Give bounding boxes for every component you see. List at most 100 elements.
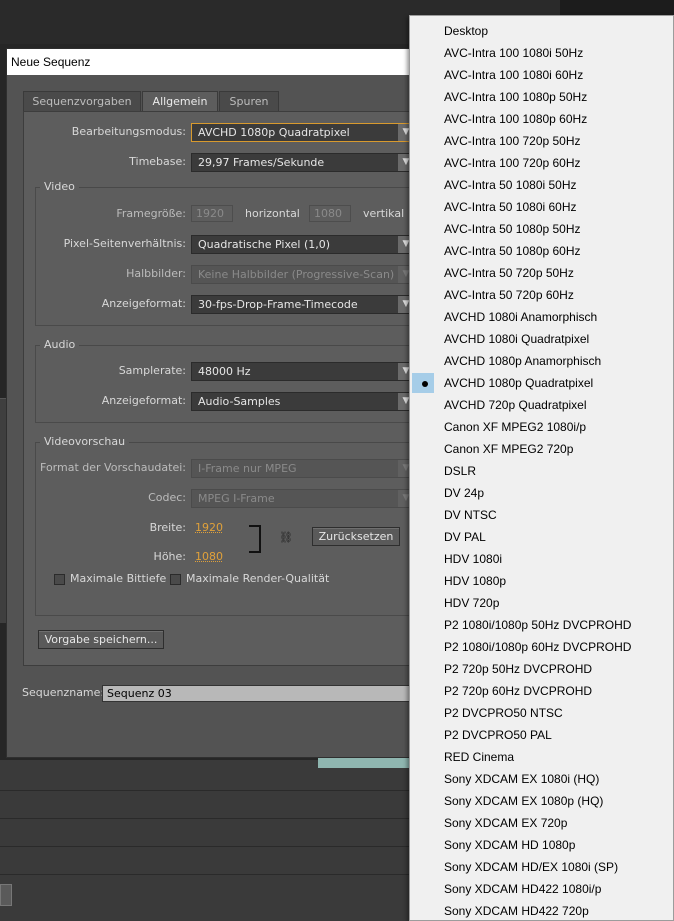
menu-item-label: AVCHD 1080i Anamorphisch [444, 310, 598, 324]
menu-item[interactable]: Sony XDCAM HD 1080p [410, 834, 673, 856]
menu-item[interactable]: Sony XDCAM EX 720p [410, 812, 673, 834]
tab-tracks[interactable]: Spuren [219, 91, 279, 111]
preview-height-value[interactable]: 1080 [195, 550, 223, 563]
menu-item[interactable]: Sony XDCAM HD/EX 1080i (SP) [410, 856, 673, 878]
menu-item-label: Sony XDCAM EX 720p [444, 816, 568, 830]
preview-height-label: Höhe: [153, 550, 186, 563]
menu-item[interactable]: AVC-Intra 50 1080p 50Hz [410, 218, 673, 240]
menu-item-label: Desktop [444, 24, 489, 38]
menu-item-label: Sony XDCAM EX 1080i (HQ) [444, 772, 600, 786]
timebase-dropdown[interactable]: 29,97 Frames/Sekunde ▼ [191, 153, 415, 172]
selected-bullet-icon [422, 381, 428, 387]
menu-item[interactable]: AVC-Intra 50 1080i 50Hz [410, 174, 673, 196]
editing-mode-label: Bearbeitungsmodus: [71, 125, 186, 138]
reset-button[interactable]: Zurücksetzen [312, 527, 400, 546]
video-display-format-dropdown[interactable]: 30-fps-Drop-Frame-Timecode ▼ [191, 295, 415, 314]
vertical-label: vertikal [363, 207, 405, 220]
menu-item[interactable]: P2 720p 50Hz DVCPROHD [410, 658, 673, 680]
audio-display-format-label: Anzeigeformat: [101, 394, 186, 407]
menu-item-label: AVCHD 1080p Anamorphisch [444, 354, 602, 368]
menu-item[interactable]: Canon XF MPEG2 720p [410, 438, 673, 460]
menu-item-label: AVC-Intra 50 1080i 50Hz [444, 178, 577, 192]
pixel-aspect-value: Quadratische Pixel (1,0) [198, 238, 331, 251]
dialog-title: Neue Sequenz [7, 49, 427, 75]
menu-item[interactable]: AVCHD 1080i Anamorphisch [410, 306, 673, 328]
codec-dropdown: MPEG I-Frame ▼ [191, 489, 415, 508]
menu-item-label: Canon XF MPEG2 1080i/p [444, 420, 587, 434]
audio-display-format-dropdown[interactable]: Audio-Samples ▼ [191, 392, 415, 411]
menu-item[interactable]: HDV 1080p [410, 570, 673, 592]
menu-item[interactable]: HDV 720p [410, 592, 673, 614]
menu-item[interactable]: DV PAL [410, 526, 673, 548]
frame-width-field: 1920 [191, 205, 233, 222]
editing-mode-dropdown[interactable]: AVCHD 1080p Quadratpixel ▼ [191, 123, 415, 142]
menu-item[interactable]: P2 1080i/1080p 50Hz DVCPROHD [410, 614, 673, 636]
menu-item[interactable]: AVC-Intra 100 1080p 60Hz [410, 108, 673, 130]
menu-item-label: P2 1080i/1080p 50Hz DVCPROHD [444, 618, 632, 632]
video-display-format-label: Anzeigeformat: [101, 297, 186, 310]
max-bit-depth-checkbox[interactable] [54, 574, 65, 585]
menu-item-label: Canon XF MPEG2 720p [444, 442, 574, 456]
menu-item[interactable]: AVC-Intra 50 1080i 60Hz [410, 196, 673, 218]
scrollbar[interactable] [0, 884, 12, 906]
menu-item[interactable]: AVC-Intra 100 1080i 60Hz [410, 64, 673, 86]
menu-item-label: AVCHD 720p Quadratpixel [444, 398, 587, 412]
menu-item[interactable]: Canon XF MPEG2 1080i/p [410, 416, 673, 438]
menu-item[interactable]: AVC-Intra 50 720p 50Hz [410, 262, 673, 284]
menu-item[interactable]: Sony XDCAM EX 1080i (HQ) [410, 768, 673, 790]
sequence-name-input[interactable]: Sequenz 03 [102, 685, 412, 702]
menu-item[interactable]: HDV 1080i [410, 548, 673, 570]
preview-width-value[interactable]: 1920 [195, 521, 223, 534]
preview-width-label: Breite: [149, 521, 186, 534]
save-preset-button[interactable]: Vorgabe speichern... [38, 630, 164, 649]
menu-item[interactable]: P2 1080i/1080p 60Hz DVCPROHD [410, 636, 673, 658]
menu-item[interactable]: AVC-Intra 100 720p 60Hz [410, 152, 673, 174]
max-render-quality-checkbox[interactable] [170, 574, 181, 585]
menu-item[interactable]: AVCHD 1080p Quadratpixel [410, 372, 673, 394]
menu-item-label: DV PAL [444, 530, 486, 544]
menu-item-label: AVC-Intra 100 1080i 60Hz [444, 68, 584, 82]
menu-item-label: AVC-Intra 50 1080i 60Hz [444, 200, 577, 214]
tab-sequence-presets[interactable]: Sequenzvorgaben [23, 91, 141, 111]
video-preview-group-title: Videovorschau [40, 435, 130, 448]
menu-item[interactable]: Sony XDCAM HD422 720p [410, 900, 673, 920]
menu-item[interactable]: RED Cinema [410, 746, 673, 768]
tab-general[interactable]: Allgemein [142, 91, 218, 112]
menu-item-label: Sony XDCAM HD422 1080i/p [444, 882, 602, 896]
menu-item[interactable]: P2 720p 60Hz DVCPROHD [410, 680, 673, 702]
menu-item[interactable]: DV 24p [410, 482, 673, 504]
menu-item[interactable]: AVC-Intra 100 720p 50Hz [410, 130, 673, 152]
link-bracket [249, 525, 261, 553]
editing-mode-value: AVCHD 1080p Quadratpixel [198, 126, 350, 139]
menu-item[interactable]: P2 DVCPRO50 PAL [410, 724, 673, 746]
menu-item[interactable]: Sony XDCAM EX 1080p (HQ) [410, 790, 673, 812]
menu-item[interactable]: DV NTSC [410, 504, 673, 526]
menu-item[interactable]: AVC-Intra 50 720p 60Hz [410, 284, 673, 306]
frame-size-label: Framegröße: [116, 207, 186, 220]
menu-item[interactable]: AVC-Intra 100 1080i 50Hz [410, 42, 673, 64]
link-icon[interactable]: ⛓ [279, 531, 293, 544]
menu-item[interactable]: AVCHD 1080p Anamorphisch [410, 350, 673, 372]
pixel-aspect-dropdown[interactable]: Quadratische Pixel (1,0) ▼ [191, 235, 415, 254]
menu-item-label: AVCHD 1080p Quadratpixel [444, 376, 594, 390]
divider [0, 818, 410, 819]
video-display-format-value: 30-fps-Drop-Frame-Timecode [198, 298, 358, 311]
menu-item[interactable]: Sony XDCAM HD422 1080i/p [410, 878, 673, 900]
menu-item-label: RED Cinema [444, 750, 515, 764]
menu-item[interactable]: P2 DVCPRO50 NTSC [410, 702, 673, 724]
menu-item-label: AVC-Intra 100 720p 60Hz [444, 156, 581, 170]
fields-label: Halbbilder: [126, 267, 186, 280]
menu-item-label: HDV 1080p [444, 574, 507, 588]
menu-item[interactable]: AVC-Intra 50 1080p 60Hz [410, 240, 673, 262]
menu-item[interactable]: AVC-Intra 100 1080p 50Hz [410, 86, 673, 108]
frame-height-field: 1080 [309, 205, 351, 222]
samplerate-dropdown[interactable]: 48000 Hz ▼ [191, 362, 415, 381]
menu-item[interactable]: AVCHD 1080i Quadratpixel [410, 328, 673, 350]
max-render-quality-label: Maximale Render-Qualität [186, 572, 330, 585]
menu-item[interactable]: Desktop [410, 20, 673, 42]
menu-item[interactable]: DSLR [410, 460, 673, 482]
menu-item[interactable]: AVCHD 720p Quadratpixel [410, 394, 673, 416]
codec-label: Codec: [148, 491, 186, 504]
timebase-label: Timebase: [129, 155, 186, 168]
divider [0, 874, 410, 875]
